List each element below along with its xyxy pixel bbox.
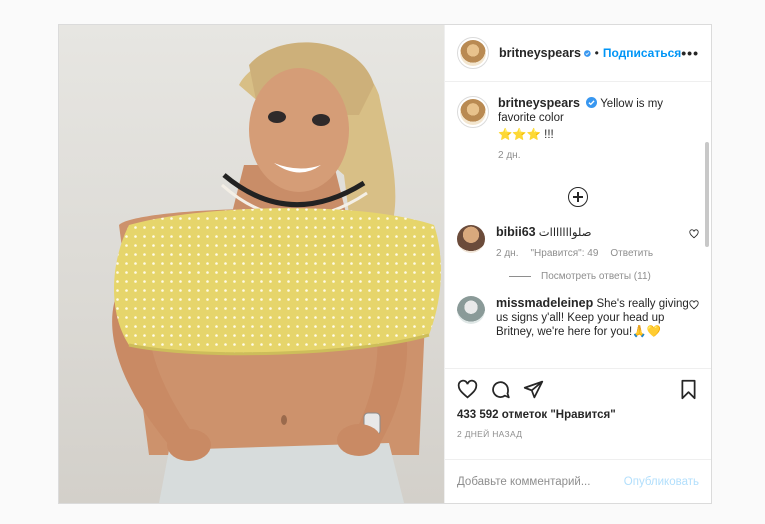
comment-meta: 2 дн. "Нравится": 49 Ответить — [496, 248, 689, 259]
caption: britneyspears Yellow is my favorite colo… — [457, 96, 699, 161]
caption-time[interactable]: 2 дн. — [498, 150, 520, 161]
comment-username[interactable]: bibii63 — [496, 225, 536, 239]
comment-input[interactable]: Добавьте комментарий... — [457, 476, 590, 488]
post-sidebar: britneyspears • Подписаться ••• britneys… — [444, 25, 711, 503]
publish-button[interactable]: Опубликовать — [624, 476, 699, 488]
caption-avatar[interactable] — [457, 96, 489, 128]
caption-text-block: britneyspears Yellow is my favorite colo… — [498, 96, 699, 142]
comment-icon[interactable] — [490, 379, 511, 400]
author-username[interactable]: britneyspears — [499, 46, 581, 60]
follow-button[interactable]: Подписаться — [603, 46, 681, 60]
bookmark-icon[interactable] — [678, 379, 699, 400]
heart-icon[interactable] — [457, 379, 478, 400]
share-icon[interactable] — [523, 379, 544, 400]
caption-username[interactable]: britneyspears — [498, 96, 580, 110]
caption-emojis: ⭐⭐⭐ !!! — [498, 129, 554, 141]
separator-dot: • — [594, 46, 599, 60]
comment-avatar[interactable] — [457, 296, 485, 324]
caption-meta: 2 дн. — [498, 150, 699, 161]
replies-divider — [509, 276, 531, 277]
plus-circle-icon[interactable] — [568, 187, 588, 207]
posted-time[interactable]: 2 ДНЕЙ НАЗАД — [457, 429, 699, 439]
likes-count[interactable]: 433 592 отметок "Нравится" — [457, 409, 699, 421]
author-avatar[interactable] — [457, 37, 489, 69]
comment-item: bibii63 صلوااااااات 2 дн. "Нравится": 49… — [457, 225, 699, 259]
action-icons — [457, 377, 699, 401]
comments-scrollbar[interactable] — [705, 142, 709, 247]
comment-avatar[interactable] — [457, 225, 485, 253]
comments-section[interactable]: britneyspears Yellow is my favorite colo… — [445, 82, 711, 368]
post-actions: 433 592 отметок "Нравится" 2 ДНЕЙ НАЗАД — [445, 368, 711, 459]
comment-text: صلوااااااات — [538, 227, 592, 239]
comment-time[interactable]: 2 дн. — [496, 248, 518, 259]
post-header: britneyspears • Подписаться ••• — [445, 25, 711, 82]
comment-text-block: bibii63 صلوااااااات — [496, 225, 689, 240]
view-replies-label: Посмотреть ответы (11) — [541, 271, 651, 282]
comment-item: missmadeleinep She's really giving us si… — [457, 296, 699, 339]
post-photo[interactable] — [59, 25, 444, 503]
comment-text-block: missmadeleinep She's really giving us si… — [496, 296, 689, 339]
heart-icon[interactable] — [689, 300, 699, 310]
view-replies-button[interactable]: Посмотреть ответы (11) — [509, 271, 699, 282]
more-options-button[interactable]: ••• — [681, 45, 699, 61]
post-photo-illustration — [112, 42, 441, 503]
comment-likes[interactable]: "Нравится": 49 — [530, 248, 598, 259]
verified-badge-icon — [586, 97, 598, 108]
verified-badge-icon — [583, 49, 591, 57]
comment-username[interactable]: missmadeleinep — [496, 296, 593, 310]
heart-icon[interactable] — [689, 229, 699, 239]
add-comment-bar: Добавьте комментарий... Опубликовать — [445, 459, 711, 503]
post-card: britneyspears • Подписаться ••• britneys… — [58, 24, 712, 504]
reply-button[interactable]: Ответить — [610, 248, 653, 259]
